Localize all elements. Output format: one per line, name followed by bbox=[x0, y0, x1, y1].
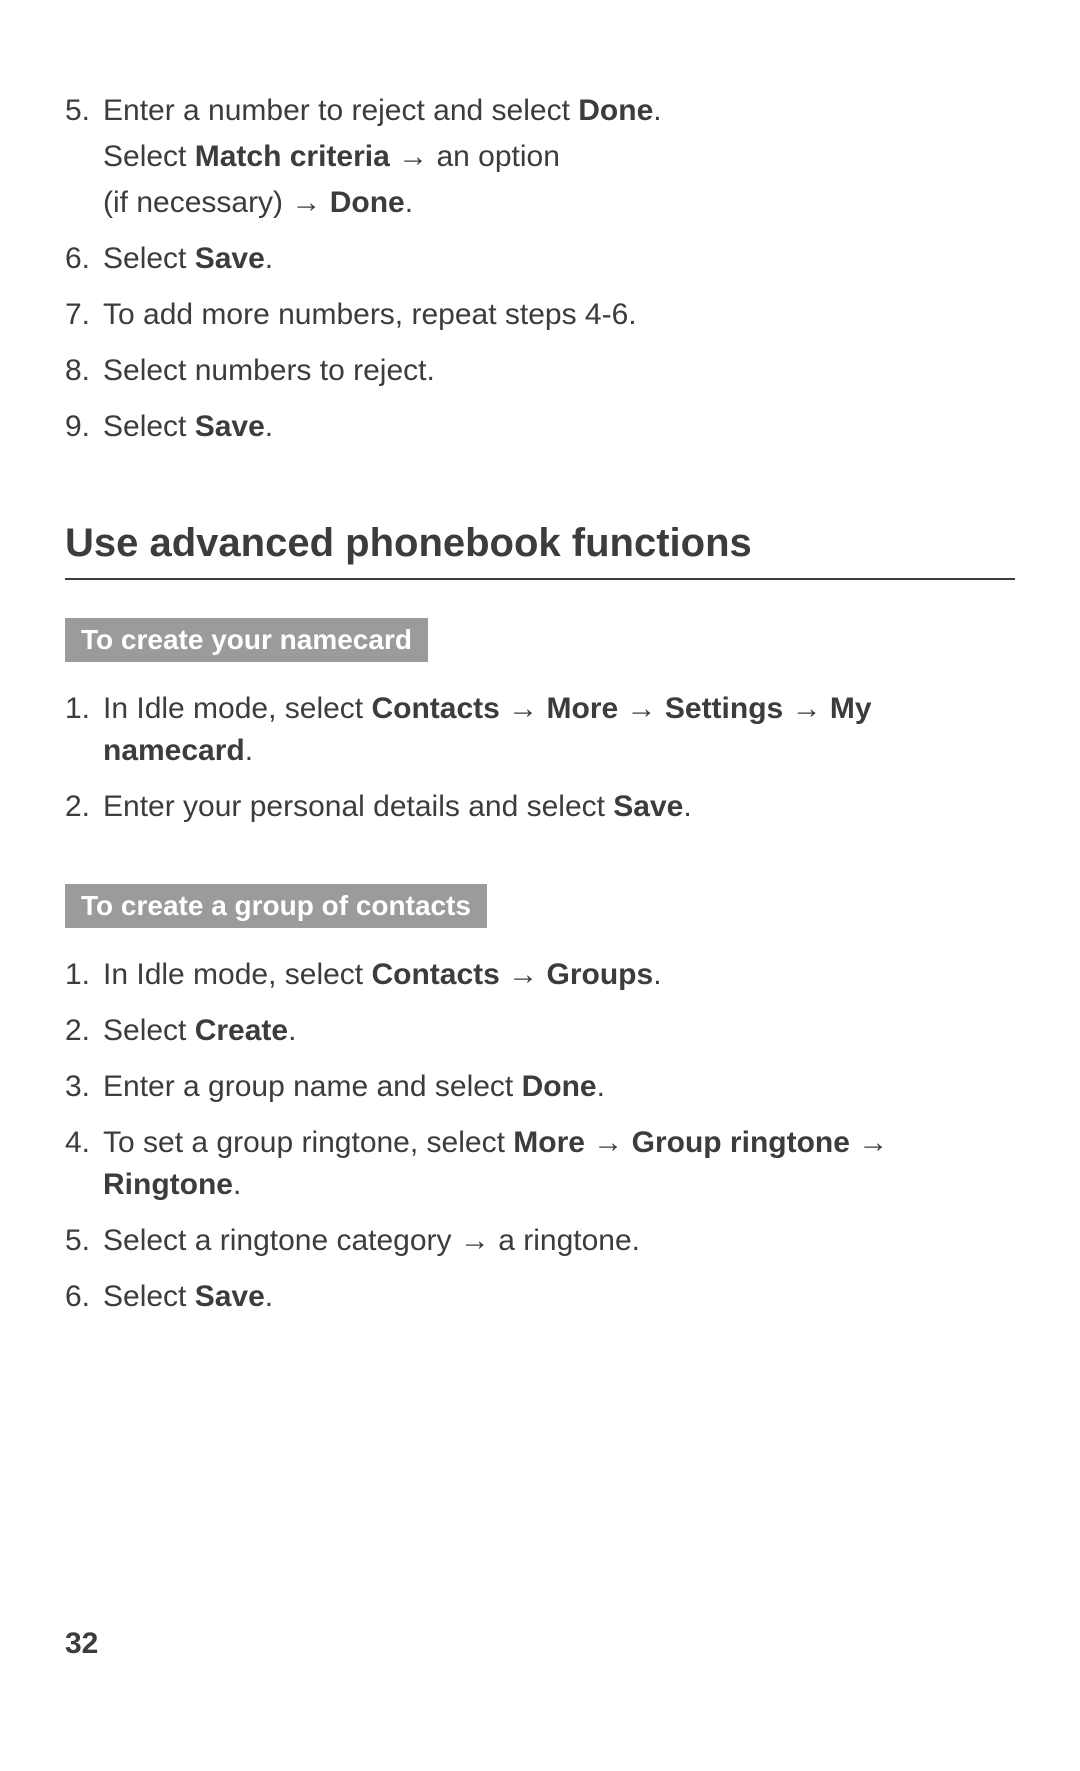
list-item-text: Enter a group name and select Done. bbox=[103, 1070, 605, 1103]
instruction-list-top: 5. Enter a number to reject and select Do… bbox=[65, 90, 1015, 448]
list-item: 1. In Idle mode, select Contacts → More →… bbox=[65, 688, 1015, 772]
list-item: 1. In Idle mode, select Contacts → Groups… bbox=[65, 954, 1015, 996]
list-item: 9. Select Save. bbox=[65, 406, 1015, 448]
list-item-text: Select numbers to reject. bbox=[103, 354, 435, 387]
list-item-number: 6. bbox=[65, 1276, 90, 1318]
list-item-text: To add more numbers, repeat steps 4-6. bbox=[103, 298, 637, 331]
list-item-subline: Select Match criteria → an option bbox=[103, 136, 1015, 178]
list-item: 5. Select a ringtone category → a rington… bbox=[65, 1220, 1015, 1262]
list-item-text: Select Save. bbox=[103, 242, 273, 275]
list-item-number: 3. bbox=[65, 1066, 90, 1108]
list-item-number: 8. bbox=[65, 350, 90, 392]
list-item-number: 5. bbox=[65, 90, 90, 132]
section-heading: Use advanced phonebook functions bbox=[65, 518, 1015, 580]
list-item: 7. To add more numbers, repeat steps 4-6. bbox=[65, 294, 1015, 336]
list-item: 2. Select Create. bbox=[65, 1010, 1015, 1052]
list-item-text: Select Save. bbox=[103, 1280, 273, 1313]
list-item-number: 6. bbox=[65, 238, 90, 280]
list-item-number: 1. bbox=[65, 954, 90, 996]
list-item-text: Select Create. bbox=[103, 1014, 296, 1047]
list-item-number: 9. bbox=[65, 406, 90, 448]
list-item: 3. Enter a group name and select Done. bbox=[65, 1066, 1015, 1108]
list-item-text: To set a group ringtone, select More → G… bbox=[103, 1126, 888, 1201]
instruction-list-namecard: 1. In Idle mode, select Contacts → More →… bbox=[65, 688, 1015, 828]
list-item-number: 4. bbox=[65, 1122, 90, 1164]
list-item-number: 5. bbox=[65, 1220, 90, 1262]
list-item-number: 1. bbox=[65, 688, 90, 730]
list-item-number: 2. bbox=[65, 1010, 90, 1052]
list-item-subline: (if necessary) → Done. bbox=[103, 182, 1015, 224]
list-item-text: Enter your personal details and select S… bbox=[103, 790, 692, 823]
list-item: 4. To set a group ringtone, select More →… bbox=[65, 1122, 1015, 1206]
sub-heading-group: To create a group of contacts bbox=[65, 884, 487, 928]
list-item-number: 2. bbox=[65, 786, 90, 828]
list-item: 6. Select Save. bbox=[65, 1276, 1015, 1318]
list-item: 8. Select numbers to reject. bbox=[65, 350, 1015, 392]
list-item-text: Select a ringtone category → a ringtone. bbox=[103, 1224, 640, 1257]
list-item: 6. Select Save. bbox=[65, 238, 1015, 280]
list-item: 5. Enter a number to reject and select Do… bbox=[65, 90, 1015, 224]
subsection-namecard: To create your namecard 1. In Idle mode, … bbox=[65, 612, 1015, 828]
subsection-group: To create a group of contacts 1. In Idle … bbox=[65, 878, 1015, 1318]
list-item: 2. Enter your personal details and select… bbox=[65, 786, 1015, 828]
list-item-text: Enter a number to reject and select Done… bbox=[103, 94, 662, 127]
page-number: 32 bbox=[65, 1627, 98, 1661]
list-item-number: 7. bbox=[65, 294, 90, 336]
sub-heading-namecard: To create your namecard bbox=[65, 618, 428, 662]
list-item-text: Select Save. bbox=[103, 410, 273, 443]
instruction-list-group: 1. In Idle mode, select Contacts → Groups… bbox=[65, 954, 1015, 1318]
list-item-text: In Idle mode, select Contacts → More → S… bbox=[103, 692, 872, 767]
list-item-text: In Idle mode, select Contacts → Groups. bbox=[103, 958, 662, 991]
